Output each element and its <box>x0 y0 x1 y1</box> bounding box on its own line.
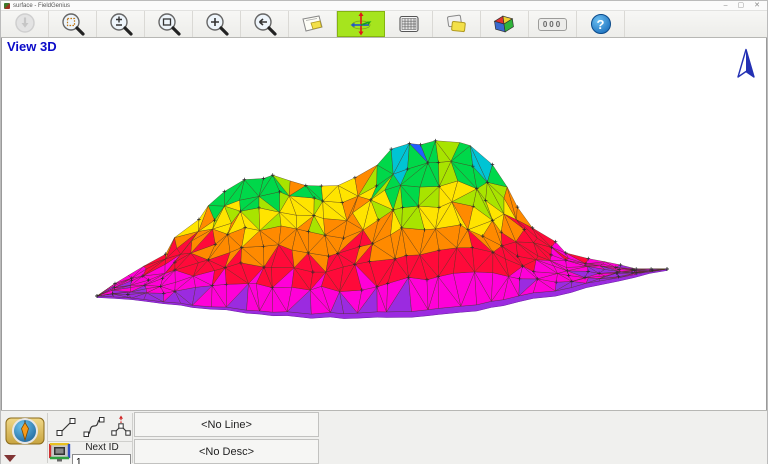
3d-axes-icon <box>348 11 374 37</box>
view-3d-button[interactable] <box>337 11 385 37</box>
zoom-in-button[interactable] <box>193 11 241 37</box>
import-button[interactable] <box>1 11 49 37</box>
spline-mode-button[interactable] <box>81 414 107 440</box>
point-labels-button[interactable]: 000 <box>529 11 577 37</box>
description-selector-button[interactable]: <No Desc> <box>134 439 319 464</box>
magnifier-plus-minus-icon <box>108 11 134 37</box>
help-button[interactable]: ? <box>577 11 625 37</box>
map-canvas[interactable]: View 3D <box>1 38 767 410</box>
bottom-bar: Next ID <No Line> <No Desc> <box>1 410 767 464</box>
view-mode-label: View 3D <box>7 39 57 54</box>
colored-surface-icon <box>491 11 518 38</box>
line-selector-button[interactable]: <No Line> <box>134 412 319 437</box>
instrument-button[interactable] <box>5 414 45 448</box>
view-2d-button[interactable] <box>289 11 337 37</box>
close-button[interactable]: ✕ <box>754 1 760 10</box>
plan-sheet-icon <box>299 11 326 37</box>
line-icon <box>53 414 79 440</box>
line-mode-button[interactable] <box>53 414 79 440</box>
magnifier-back-arrow-icon <box>252 11 278 37</box>
maximize-button[interactable]: ▢ <box>738 1 745 10</box>
separator <box>47 413 48 463</box>
media-button[interactable] <box>49 443 71 463</box>
next-id-input[interactable] <box>72 454 131 464</box>
terrain-surface[interactable] <box>2 38 767 410</box>
magnifier-extents-icon <box>60 11 86 37</box>
magnifier-plus-icon <box>204 11 230 37</box>
app-window: surface - FieldGenius – ▢ ✕ <box>0 0 768 464</box>
instrument-dropdown-arrow[interactable] <box>4 455 16 462</box>
monitor-icon <box>49 443 71 463</box>
counter-000-icon: 000 <box>538 18 567 31</box>
minimize-button[interactable]: – <box>724 1 728 10</box>
layer-cards-icon <box>443 11 470 37</box>
north-arrow-icon <box>736 48 756 80</box>
question-mark-icon: ? <box>591 14 611 34</box>
download-arrow-icon <box>12 11 38 37</box>
prism-pole-icon <box>5 414 45 448</box>
separator <box>132 413 133 463</box>
zoom-extents-button[interactable] <box>49 11 97 37</box>
layers-button[interactable] <box>433 11 481 37</box>
new-figure-button[interactable] <box>108 414 134 440</box>
surface-manager-button[interactable] <box>481 11 529 37</box>
branch-nodes-icon <box>108 414 134 440</box>
grid-icon <box>396 11 422 37</box>
zoom-window-button[interactable] <box>145 11 193 37</box>
window-title: surface - FieldGenius <box>13 3 70 9</box>
spline-icon <box>81 414 107 440</box>
zoom-scale-button[interactable] <box>97 11 145 37</box>
app-icon <box>4 3 10 9</box>
magnifier-window-icon <box>156 11 182 37</box>
next-id-label: Next ID <box>73 442 131 453</box>
zoom-previous-button[interactable] <box>241 11 289 37</box>
grid-toggle-button[interactable] <box>385 11 433 37</box>
title-bar: surface - FieldGenius – ▢ ✕ <box>1 1 767 10</box>
toolbar: 000 ? <box>1 10 767 38</box>
